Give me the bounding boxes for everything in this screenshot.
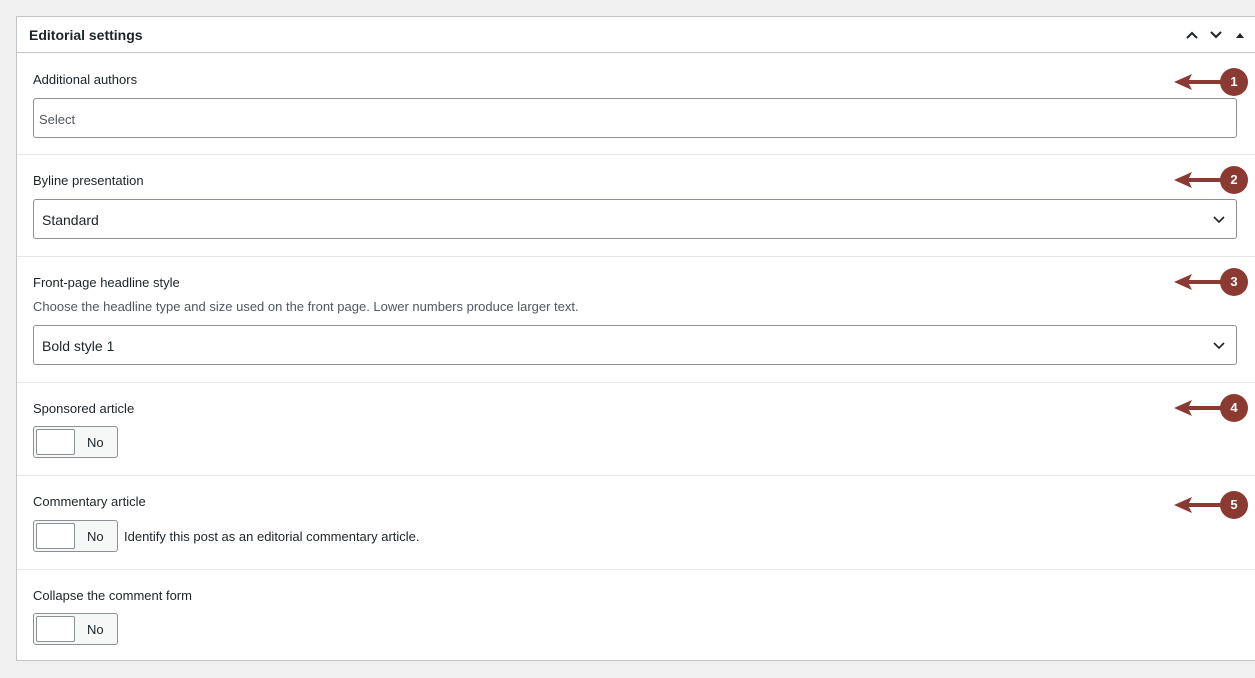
left-arrow-icon [1174,172,1222,188]
commentary-description: Identify this post as an editorial comme… [124,529,420,544]
additional-authors-placeholder: Select [39,112,76,127]
chevron-up-icon [1186,31,1198,39]
toggle-knob [36,523,75,549]
collapse-panel-button[interactable] [1231,26,1249,44]
commentary-label: Commentary article [33,494,146,509]
additional-authors-label: Additional authors [33,72,138,87]
collapse-comments-toggle-text: No [87,622,104,637]
byline-value: Standard [42,212,99,228]
headline-style-section: Front-page headline style Choose the hea… [17,256,1255,383]
annotation-badge: 2 [1220,166,1248,194]
chevron-down-icon [1210,31,1222,39]
collapse-comments-toggle[interactable]: No [33,613,118,645]
sponsored-toggle[interactable]: No [33,426,118,458]
additional-authors-section: Additional authors Select [17,53,1255,155]
toggle-knob [36,616,75,642]
chevron-down-icon [1213,216,1225,224]
byline-label: Byline presentation [33,173,144,188]
annotation-callout-1: 1 [1172,68,1248,96]
left-arrow-icon [1174,400,1222,416]
panel-title: Editorial settings [29,27,143,43]
annotation-callout-2: 2 [1172,166,1248,194]
annotation-callout-4: 4 [1172,394,1248,422]
annotation-callout-3: 3 [1172,268,1248,296]
commentary-toggle[interactable]: No [33,520,118,552]
headline-style-value: Bold style 1 [42,338,115,354]
collapse-comments-label: Collapse the comment form [33,588,192,603]
additional-authors-select[interactable]: Select [33,98,1237,138]
chevron-down-icon [1213,342,1225,350]
sponsored-label: Sponsored article [33,401,135,416]
collapse-comments-section: Collapse the comment form No [17,569,1255,661]
left-arrow-icon [1174,74,1222,90]
headline-style-select[interactable]: Bold style 1 [33,325,1237,365]
commentary-section: Commentary article No Identify this post… [17,475,1255,570]
toggle-knob [36,429,75,455]
headline-style-label: Front-page headline style [33,275,180,290]
move-up-button[interactable] [1183,26,1201,44]
move-down-button[interactable] [1207,26,1225,44]
annotation-badge: 5 [1220,491,1248,519]
annotation-badge: 1 [1220,68,1248,96]
left-arrow-icon [1174,274,1222,290]
sponsored-toggle-text: No [87,435,104,450]
annotation-badge: 4 [1220,394,1248,422]
byline-section: Byline presentation Standard [17,154,1255,257]
left-arrow-icon [1174,497,1222,513]
headline-style-description: Choose the headline type and size used o… [33,299,579,314]
panel-header: Editorial settings [17,17,1255,53]
byline-select[interactable]: Standard [33,199,1237,239]
editorial-settings-panel: Editorial settings Additional authors Se… [16,16,1255,661]
commentary-toggle-text: No [87,529,104,544]
sponsored-section: Sponsored article No [17,382,1255,476]
annotation-badge: 3 [1220,268,1248,296]
annotation-callout-5: 5 [1172,491,1248,519]
triangle-up-icon [1236,33,1244,38]
